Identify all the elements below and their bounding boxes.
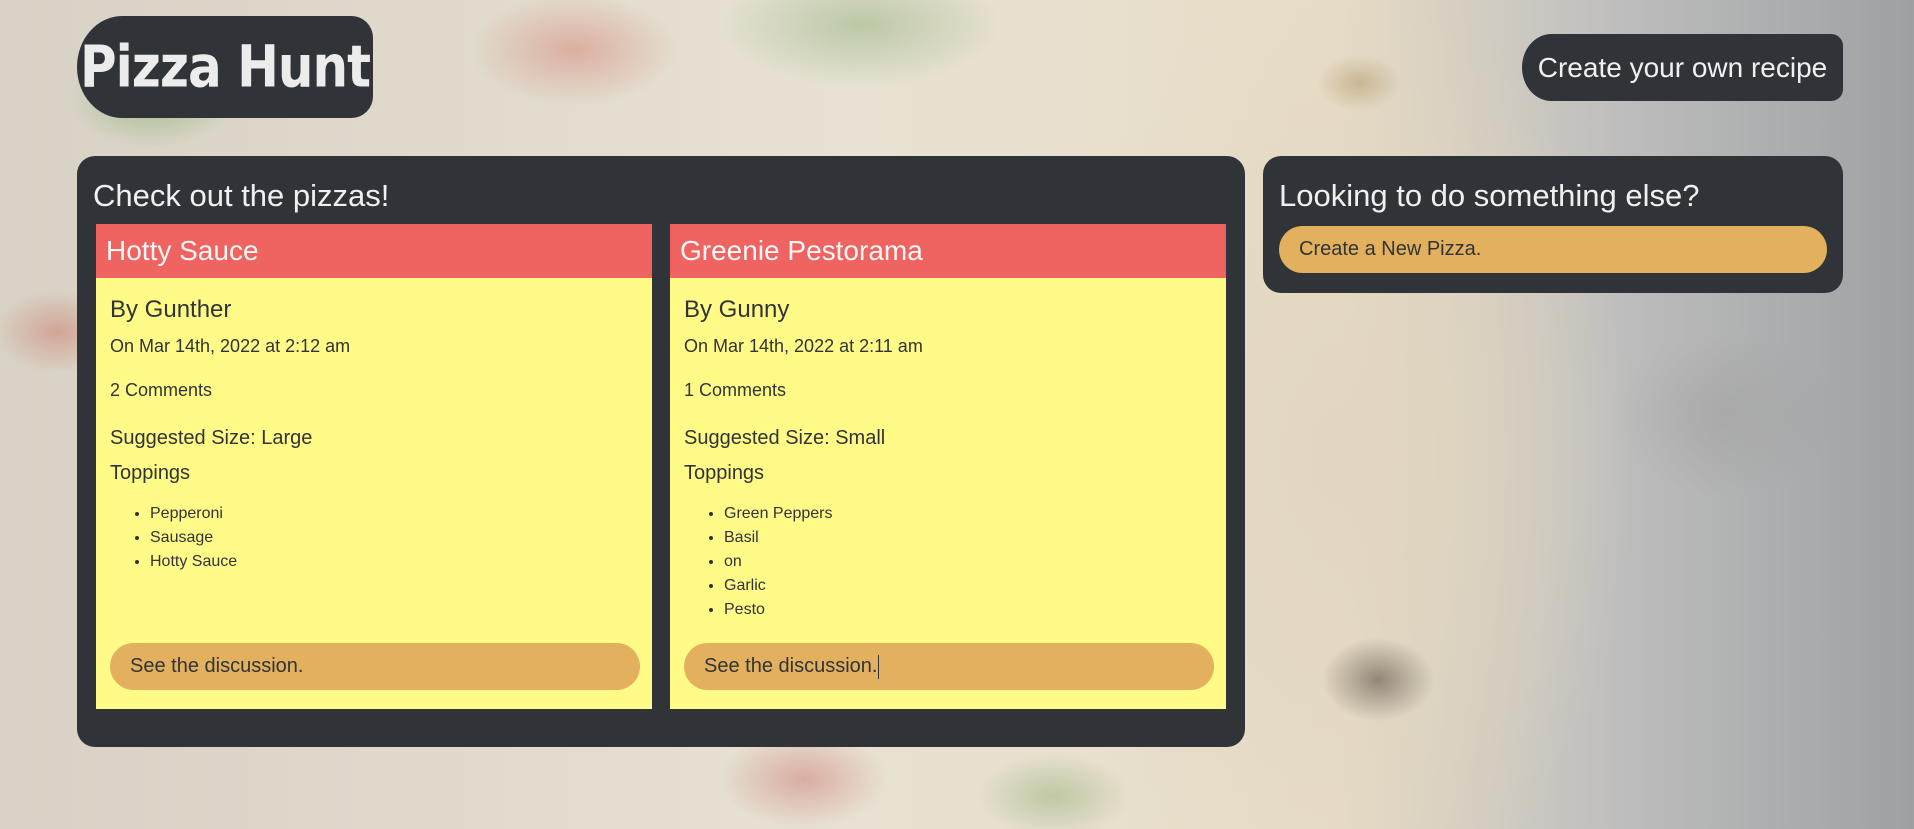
see-discussion-button[interactable]: See the discussion. <box>110 643 640 690</box>
pizza-date: On Mar 14th, 2022 at 2:11 am <box>684 336 923 356</box>
create-recipe-link[interactable]: Create your own recipe <box>1522 34 1843 101</box>
pizza-card: Greenie Pestorama By Gunny On Mar 14th, … <box>670 224 1226 709</box>
topping-item: Hotty Sauce <box>150 550 237 574</box>
site-logo[interactable]: Pizza Hunt <box>77 16 373 118</box>
pizza-list-title: Check out the pizzas! <box>93 178 390 213</box>
pizza-author: By Gunny <box>684 296 790 323</box>
toppings-label: Toppings <box>110 462 191 484</box>
pizza-name: Hotty Sauce <box>96 224 652 278</box>
pizza-card: Hotty Sauce By Gunther On Mar 14th, 2022… <box>96 224 652 709</box>
text-cursor <box>878 654 880 679</box>
toppings-list: Pepperoni Sausage Hotty Sauce <box>110 502 237 574</box>
create-new-pizza-button[interactable]: Create a New Pizza. <box>1279 226 1827 273</box>
suggested-size: Suggested Size: Small <box>684 427 886 449</box>
pizza-author: By Gunther <box>110 296 232 323</box>
see-discussion-label: See the discussion. <box>704 655 878 677</box>
topping-item: Basil <box>724 526 833 550</box>
comment-count: 2 Comments <box>110 380 213 400</box>
pizza-name: Greenie Pestorama <box>670 224 1226 278</box>
topping-item: Sausage <box>150 526 237 550</box>
topping-item: Green Peppers <box>724 502 833 526</box>
see-discussion-button[interactable]: See the discussion. <box>684 643 1214 690</box>
comment-count: 1 Comments <box>684 380 787 400</box>
logo-text: Pizza Hunt <box>79 33 371 101</box>
toppings-label: Toppings <box>684 462 765 484</box>
topping-item: on <box>724 550 833 574</box>
topping-item: Pesto <box>724 598 833 622</box>
suggested-size: Suggested Size: Large <box>110 427 313 449</box>
actions-panel: Looking to do something else? Create a N… <box>1263 156 1843 293</box>
pizza-date: On Mar 14th, 2022 at 2:12 am <box>110 336 351 356</box>
actions-title: Looking to do something else? <box>1279 178 1700 213</box>
toppings-list: Green Peppers Basil on Garlic Pesto <box>684 502 833 622</box>
topping-item: Pepperoni <box>150 502 237 526</box>
pizza-list-panel: Check out the pizzas! Hotty Sauce By Gun… <box>77 156 1245 747</box>
topping-item: Garlic <box>724 574 833 598</box>
